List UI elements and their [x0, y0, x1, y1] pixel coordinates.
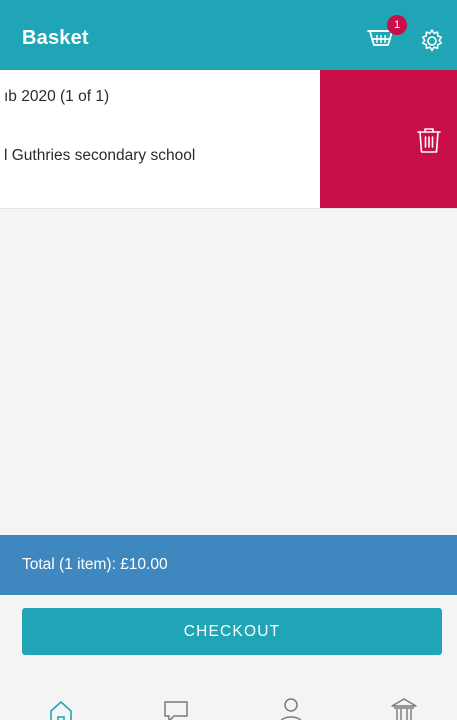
total-bar: Total (1 item): £10.00 [0, 535, 457, 595]
nav-profile[interactable] [276, 696, 306, 720]
item-school: l Guthries secondary school [4, 147, 196, 164]
item-title: ıb 2020 (1 of 1) [4, 88, 110, 105]
nav-school[interactable] [389, 696, 419, 720]
cart-count-badge: 1 [387, 15, 407, 35]
home-icon [50, 701, 72, 720]
basket-item-row[interactable]: ıb 2020 (1 of 1) l Guthries secondary sc… [0, 70, 457, 209]
page-title: Basket [22, 27, 89, 49]
basket-total: Total (1 item): £10.00 [22, 556, 168, 573]
settings-button[interactable] [418, 27, 446, 55]
school-icon [391, 698, 417, 720]
delete-item-button[interactable] [320, 70, 457, 208]
nav-home[interactable] [46, 696, 76, 720]
trash-icon-wrapper [415, 125, 443, 155]
checkout-button[interactable]: CHECKOUT [22, 608, 442, 655]
settings-icon [421, 29, 443, 52]
profile-icon [280, 698, 302, 720]
bottom-navigation [0, 680, 457, 720]
app-bar: Basket 1 [0, 0, 457, 70]
nav-messages[interactable] [161, 696, 191, 720]
messages-icon [164, 701, 188, 720]
trash-icon [417, 128, 441, 153]
